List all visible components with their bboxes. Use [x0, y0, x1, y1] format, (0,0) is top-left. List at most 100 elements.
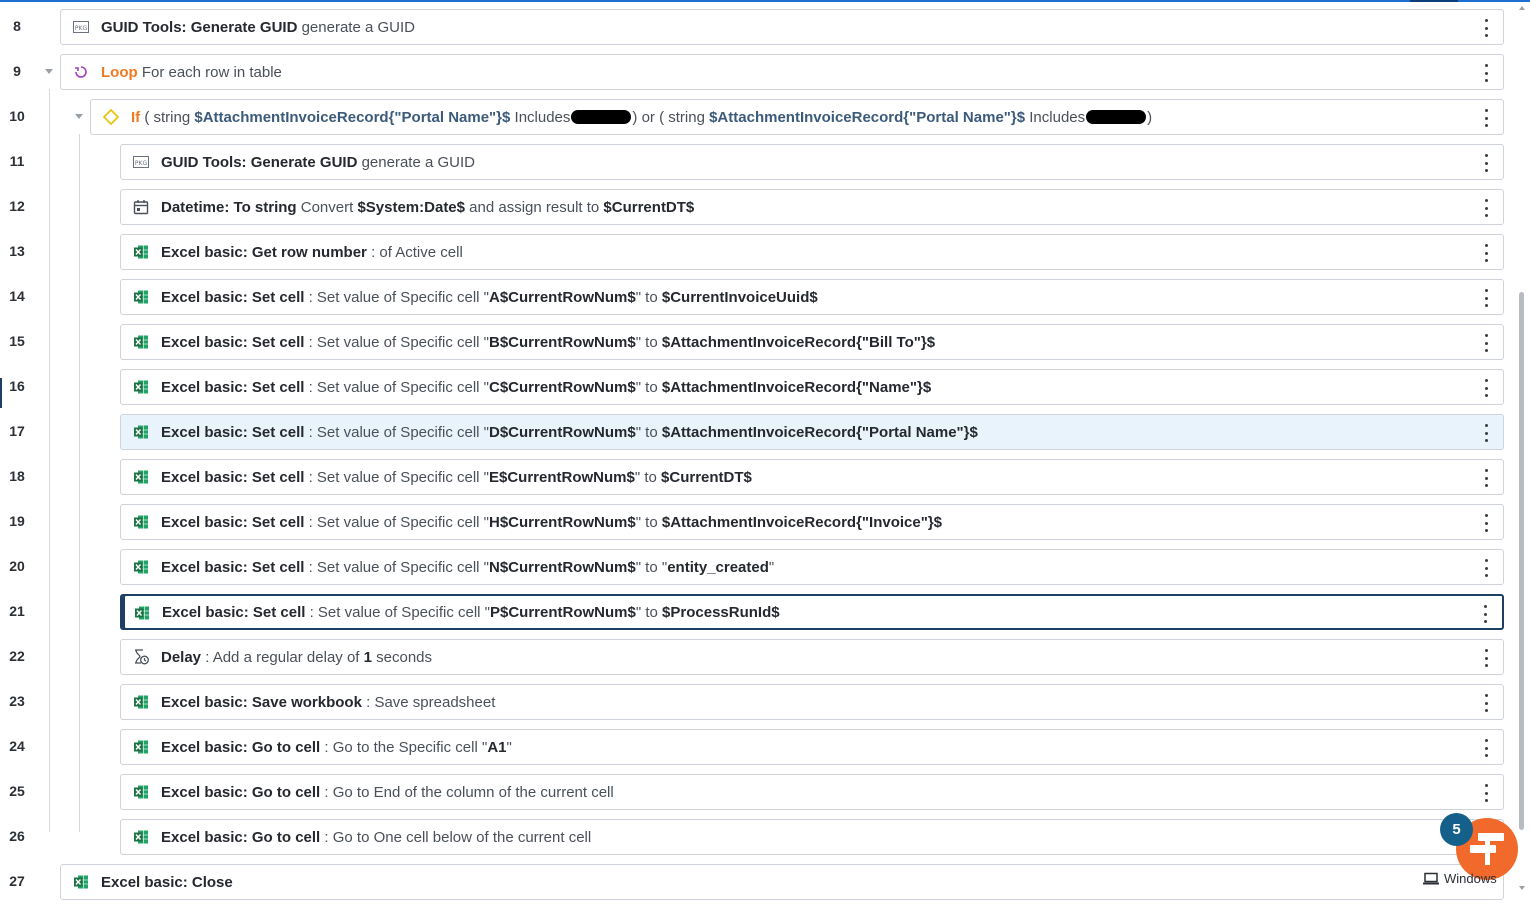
- step-card[interactable]: Excel basic: Set cell : Set value of Spe…: [120, 414, 1504, 450]
- collapse-caret-icon[interactable]: [45, 69, 53, 74]
- description-text: : Set value of Specific cell ": [304, 558, 489, 576]
- step-card[interactable]: Excel basic: Close: [60, 864, 1504, 900]
- value-text: Excel basic: Go to cell: [161, 738, 321, 756]
- step-card[interactable]: Excel basic: Go to cell : Go to One cell…: [120, 819, 1504, 855]
- value-text: $AttachmentInvoiceRecord{"Bill To"}$: [661, 333, 936, 351]
- step-card[interactable]: Excel basic: Set cell : Set value of Spe…: [120, 279, 1504, 315]
- step-card[interactable]: PKG GUID Tools: Generate GUID generate a …: [120, 144, 1504, 180]
- value-text: Excel basic: Go to cell: [161, 783, 321, 801]
- description-text: ": [768, 558, 775, 576]
- step-description: Excel basic: Close: [101, 865, 1463, 899]
- step-card[interactable]: Loop For each row in table: [60, 54, 1504, 90]
- description-text: : Set value of Specific cell ": [304, 333, 489, 351]
- more-options-icon[interactable]: [1483, 559, 1489, 577]
- step-card[interactable]: Excel basic: Set cell : Set value of Spe…: [120, 369, 1504, 405]
- step-row-25: 25 Excel basic: Go to cell : Go to End of…: [0, 771, 1512, 816]
- step-card[interactable]: Excel basic: Set cell : Set value of Spe…: [120, 594, 1504, 630]
- value-text: B$CurrentRowNum$: [489, 333, 636, 351]
- line-number: 12: [9, 198, 25, 214]
- line-number: 24: [9, 738, 25, 754]
- redacted-value: [1086, 110, 1147, 124]
- description-text: " to: [635, 603, 663, 621]
- step-card[interactable]: Excel basic: Set cell : Set value of Spe…: [120, 324, 1504, 360]
- collapse-caret-icon[interactable]: [75, 114, 83, 119]
- more-options-icon[interactable]: [1483, 109, 1489, 127]
- description-text: For each row in table: [137, 63, 282, 81]
- scroll-down-arrow[interactable]: [1519, 886, 1525, 890]
- more-options-icon[interactable]: [1483, 784, 1489, 802]
- line-number: 20: [9, 558, 25, 574]
- value-text: $AttachmentInvoiceRecord{"Portal Name"}$: [709, 108, 1026, 126]
- line-number: 27: [9, 873, 25, 889]
- more-options-icon[interactable]: [1483, 649, 1489, 667]
- more-options-icon[interactable]: [1483, 64, 1489, 82]
- value-text: Excel basic: Set cell: [161, 378, 305, 396]
- more-options-icon[interactable]: [1483, 244, 1489, 262]
- step-card[interactable]: Delay : Add a regular delay of 1 seconds: [120, 639, 1504, 675]
- excel-icon: [133, 514, 149, 530]
- description-text: " to: [635, 423, 662, 441]
- step-card[interactable]: PKG GUID Tools: Generate GUID generate a …: [60, 9, 1504, 45]
- description-text: : Go to the Specific cell ": [320, 738, 488, 756]
- if-condition-icon: [102, 108, 120, 126]
- step-card[interactable]: Datetime: To string Convert $System:Date…: [120, 189, 1504, 225]
- step-row-20: 20 Excel basic: Set cell : Set value of S…: [0, 546, 1512, 591]
- value-text: Excel basic: Set cell: [161, 333, 305, 351]
- value-text: P$CurrentRowNum$: [490, 603, 636, 621]
- value-text: N$CurrentRowNum$: [489, 558, 636, 576]
- excel-icon: [133, 424, 149, 440]
- more-options-icon[interactable]: [1483, 19, 1489, 37]
- description-text: : Set value of Specific cell ": [304, 378, 489, 396]
- description-text: : Add a regular delay of: [201, 648, 364, 666]
- step-description: Loop For each row in table: [101, 55, 1463, 89]
- svg-text:PKG: PKG: [75, 25, 88, 32]
- step-card[interactable]: Excel basic: Save workbook : Save spread…: [120, 684, 1504, 720]
- step-row-11: 11 PKG GUID Tools: Generate GUID generate …: [0, 141, 1512, 186]
- more-options-icon[interactable]: [1483, 739, 1489, 757]
- more-options-icon[interactable]: [1483, 694, 1489, 712]
- step-row-10: 10 If ( string $AttachmentInvoiceRecord{"…: [0, 96, 1512, 141]
- description-text: Includes: [1025, 108, 1086, 126]
- step-row-16: 16 Excel basic: Set cell : Set value of S…: [0, 366, 1512, 411]
- step-card[interactable]: Excel basic: Get row number : of Active …: [120, 234, 1504, 270]
- more-options-icon[interactable]: [1483, 199, 1489, 217]
- description-text: ": [506, 738, 512, 756]
- step-description: Excel basic: Go to cell : Go to the Spec…: [161, 730, 1463, 764]
- more-options-icon[interactable]: [1482, 605, 1488, 623]
- more-options-icon[interactable]: [1483, 424, 1489, 442]
- step-card[interactable]: Excel basic: Go to cell : Go to End of t…: [120, 774, 1504, 810]
- value-text: D$CurrentRowNum$: [489, 423, 636, 441]
- value-text: $AttachmentInvoiceRecord{"Portal Name"}$: [194, 108, 511, 126]
- description-text: Convert: [296, 198, 358, 216]
- value-text: $ProcessRunId$: [662, 603, 780, 621]
- step-row-13: 13 Excel basic: Get row number : of Activ…: [0, 231, 1512, 276]
- description-text: : Go to One cell below of the current ce…: [320, 828, 592, 846]
- delay-icon: [133, 649, 149, 665]
- step-card[interactable]: If ( string $AttachmentInvoiceRecord{"Po…: [90, 99, 1504, 135]
- step-card[interactable]: Excel basic: Set cell : Set value of Spe…: [120, 504, 1504, 540]
- step-card[interactable]: Excel basic: Set cell : Set value of Spe…: [120, 549, 1504, 585]
- description-text: : Save spreadsheet: [361, 693, 496, 711]
- description-text: ): [1147, 108, 1153, 126]
- step-row-27: 27 Excel basic: Close: [0, 861, 1512, 906]
- top-accent-tab: [1410, 0, 1458, 2]
- value-text: Excel basic: Go to cell: [161, 828, 321, 846]
- notification-badge[interactable]: 5: [1440, 813, 1473, 846]
- excel-icon: [133, 784, 149, 800]
- more-options-icon[interactable]: [1483, 379, 1489, 397]
- step-card[interactable]: Excel basic: Go to cell : Go to the Spec…: [120, 729, 1504, 765]
- more-options-icon[interactable]: [1483, 289, 1489, 307]
- more-options-icon[interactable]: [1483, 154, 1489, 172]
- line-number: 18: [9, 468, 25, 484]
- more-options-icon[interactable]: [1483, 469, 1489, 487]
- scroll-up-arrow[interactable]: [1519, 6, 1525, 10]
- step-card[interactable]: Excel basic: Set cell : Set value of Spe…: [120, 459, 1504, 495]
- description-text: seconds: [371, 648, 433, 666]
- description-text: " to: [635, 288, 662, 306]
- more-options-icon[interactable]: [1483, 514, 1489, 532]
- value-text: entity_created: [667, 558, 769, 576]
- more-options-icon[interactable]: [1483, 334, 1489, 352]
- description-text: ( string: [140, 108, 195, 126]
- scrollbar-thumb[interactable]: [1519, 292, 1524, 830]
- description-text: generate a GUID: [297, 18, 415, 36]
